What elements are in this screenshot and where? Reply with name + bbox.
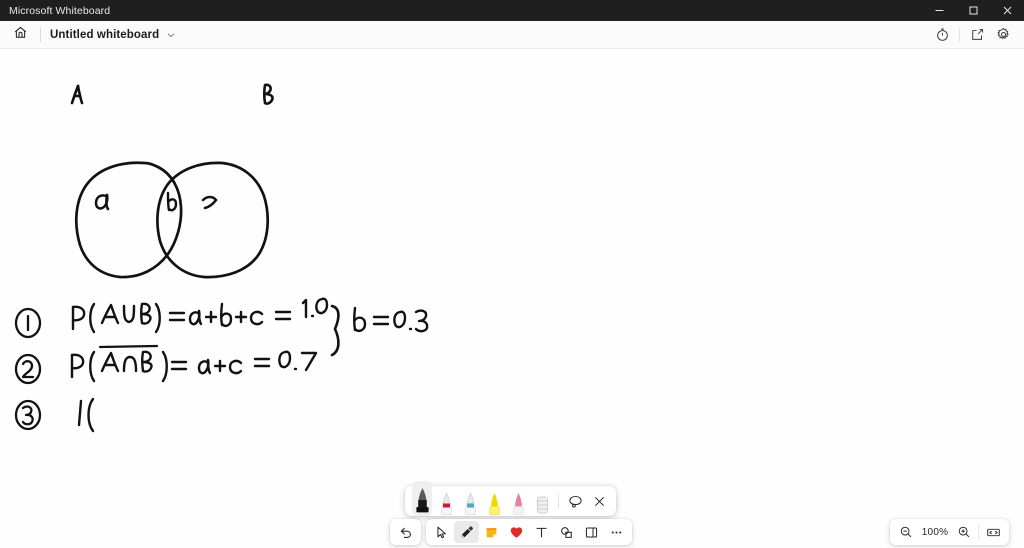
text-tool[interactable] [529, 521, 554, 543]
header-action-separator [959, 27, 960, 42]
zoom-separator [978, 525, 979, 539]
blue-pen[interactable] [458, 486, 482, 516]
home-icon [13, 25, 28, 45]
header-actions [930, 23, 1015, 47]
zoom-level: 100% [921, 526, 949, 538]
share-icon[interactable] [965, 23, 989, 47]
title-bar: Microsoft Whiteboard [0, 0, 1024, 21]
timer-icon[interactable] [930, 23, 954, 47]
close-button[interactable] [990, 0, 1024, 21]
tools-group [426, 519, 632, 545]
select-tool[interactable] [429, 521, 454, 543]
black-pen[interactable] [410, 481, 434, 516]
equation-3-text [77, 397, 95, 433]
settings-gear-icon[interactable] [991, 23, 1015, 47]
pen-tool[interactable] [454, 521, 479, 543]
zoom-in-button[interactable] [952, 521, 976, 543]
ruler-eraser-tool[interactable] [530, 486, 554, 516]
close-pen-picker[interactable] [587, 486, 611, 516]
equation-2-number [14, 353, 42, 385]
equation-1-number [14, 307, 42, 339]
venn-region-a [94, 193, 110, 211]
more-tool[interactable] [604, 521, 629, 543]
undo-group [390, 519, 421, 545]
venn-region-b [166, 191, 178, 212]
main-toolbar [390, 519, 632, 545]
venn-circle-a [74, 161, 183, 279]
ink-layer [0, 49, 1024, 548]
venn-region-c [201, 195, 218, 210]
zoom-out-button[interactable] [894, 521, 918, 543]
equation-2-text [70, 344, 318, 383]
note-tool[interactable] [479, 521, 504, 543]
window-controls [922, 0, 1024, 21]
pink-highlighter[interactable] [506, 486, 530, 516]
red-pen[interactable] [434, 486, 458, 516]
app-header: Untitled whiteboard [0, 21, 1024, 49]
equation-3-number [14, 399, 42, 431]
fit-to-screen-button[interactable] [981, 521, 1005, 543]
reaction-tool[interactable] [504, 521, 529, 543]
zoom-controls: 100% [890, 519, 1009, 545]
brace [330, 304, 340, 357]
whiteboard-canvas[interactable] [0, 49, 1024, 548]
whiteboard-app: Microsoft Whiteboard Untitled whiteboard… [0, 0, 1024, 548]
equation-1-text [71, 297, 329, 334]
document-title[interactable]: Untitled whiteboard [50, 29, 159, 41]
brace-result [353, 306, 429, 333]
shapes-tool[interactable] [554, 521, 579, 543]
pen-picker-divider [558, 493, 559, 509]
chevron-down-icon[interactable] [166, 30, 176, 40]
minimize-button[interactable] [922, 0, 956, 21]
venn-label-b [262, 83, 274, 105]
lasso-select-tool[interactable] [563, 486, 587, 516]
yellow-highlighter[interactable] [482, 486, 506, 516]
maximize-button[interactable] [956, 0, 990, 21]
venn-label-a [70, 84, 84, 105]
templates-tool[interactable] [579, 521, 604, 543]
undo-button[interactable] [393, 521, 418, 543]
home-button[interactable] [9, 24, 31, 46]
header-divider [40, 27, 41, 42]
pen-picker [405, 481, 616, 516]
app-title: Microsoft Whiteboard [9, 4, 111, 17]
